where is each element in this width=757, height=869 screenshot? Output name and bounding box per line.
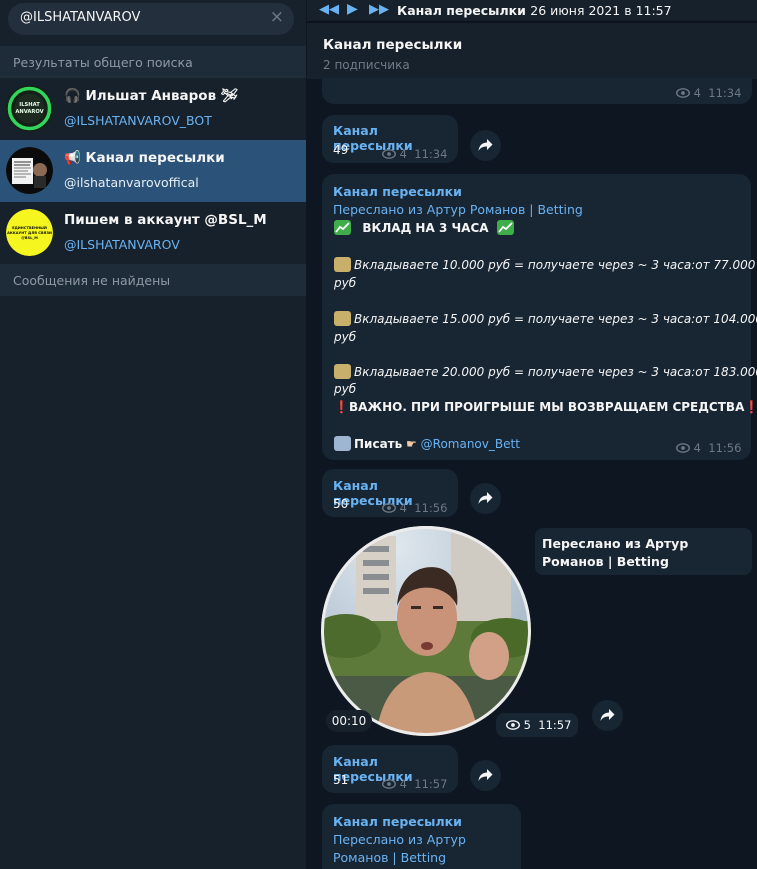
share-icon — [478, 139, 493, 151]
subscriber-count: 2 подписчика — [323, 58, 410, 72]
eye-icon — [382, 503, 396, 513]
envelope-icon — [334, 436, 351, 451]
eye-icon — [382, 149, 396, 159]
message-contact: Писать ☛ @Romanov_Bett — [334, 436, 520, 451]
message-author[interactable]: Канал пересылки — [333, 184, 462, 199]
avatar: ILSHAT ANVAROV — [6, 85, 53, 132]
chat-title: 📢 Канал пересылки — [64, 150, 225, 166]
message-bubble: Канал пересылки Переслано из Артур Роман… — [322, 804, 521, 869]
forwarded-from[interactable]: Переслано из Артур Романов | Betting — [333, 831, 493, 867]
message-line: руб — [334, 382, 357, 396]
video-message[interactable] — [321, 526, 531, 736]
close-icon[interactable]: × — [270, 7, 284, 27]
player-date: 26 июня 2021 в 11:57 — [530, 3, 672, 18]
chat-username: @ILSHATANVAROV_BOT — [64, 113, 212, 128]
section-header-messages: Сообщения не найдены — [0, 264, 306, 296]
message-meta: 4 11:34 — [382, 147, 447, 161]
message-line: руб — [334, 330, 357, 344]
media-player-bar: ◀◀ ▶ ▶▶ Канал пересылки 26 июня 2021 в 1… — [307, 0, 757, 22]
avatar: ЕДИНСТВЕННЫЙ АККАУНТ ДЛЯ СВЯЗИ @BSL_M — [6, 209, 53, 256]
exclamation-icon: ❗ — [744, 400, 757, 414]
share-icon — [600, 709, 615, 721]
money-icon — [334, 364, 351, 379]
chat-username: @ilshatanvarovoffical — [64, 175, 199, 190]
player-title[interactable]: Канал пересылки 26 июня 2021 в 11:57 — [397, 3, 672, 18]
chat-title: Пишем в аккаунт @BSL_M — [64, 212, 267, 228]
search-input[interactable]: @ILSHATANVAROV × — [8, 3, 294, 35]
message-line: Вкладываете 20.000 руб = получаете через… — [334, 364, 757, 379]
chat-title: 🎧 Ильшат Анваров 🛩 — [64, 88, 238, 104]
message-warning: ❗ВАЖНО. ПРИ ПРОИГРЫШЕ МЫ ВОЗВРАЩАЕМ СРЕД… — [334, 400, 757, 414]
svg-text:@BSL_M: @BSL_M — [21, 236, 38, 240]
search-input-value: @ILSHATANVAROV — [20, 10, 141, 25]
message-bubble: Канал пересылки Переслано из Артур Роман… — [322, 174, 757, 460]
eye-icon — [382, 779, 396, 789]
message-line: Вкладываете 10.000 руб = получаете через… — [334, 257, 755, 272]
search-result-channel[interactable]: 📢 Канал пересылки @ilshatanvarovoffical — [0, 140, 306, 202]
message-author[interactable]: Канал пересылки — [333, 814, 462, 829]
message-line: Вкладываете 15.000 руб = получаете через… — [334, 311, 757, 326]
share-button[interactable] — [592, 700, 623, 731]
message-meta: 4 11:34 — [676, 86, 741, 100]
share-button[interactable] — [470, 760, 501, 791]
search-result-account[interactable]: ЕДИНСТВЕННЫЙ АККАУНТ ДЛЯ СВЯЗИ @BSL_M Пи… — [0, 202, 306, 264]
message-meta-badge: 5 11:57 — [496, 713, 578, 737]
message-bubble: Канал пересылки 49 4 11:34 — [322, 115, 458, 163]
message-bubble: Канал пересылки 50 4 11:56 — [322, 469, 458, 517]
chat-list-panel: @ILSHATANVAROV × Результаты общего поиск… — [0, 0, 306, 869]
chart-icon — [496, 220, 514, 235]
section-header-label: Результаты общего поиска — [13, 55, 193, 70]
share-icon — [478, 492, 493, 504]
contact-link[interactable]: @Romanov_Bett — [421, 437, 520, 451]
eye-icon — [506, 720, 520, 730]
svg-text:АККАУНТ ДЛЯ СВЯЗИ: АККАУНТ ДЛЯ СВЯЗИ — [7, 231, 52, 235]
message-bubble: Канал пересылки 51 4 11:57 — [322, 745, 458, 793]
message-meta: 4 11:56 — [676, 441, 741, 455]
avatar-text: ILSHAT — [19, 102, 40, 108]
chart-icon — [334, 220, 351, 235]
next-track-icon[interactable]: ▶▶ — [369, 2, 389, 17]
svg-text:ANVAROV: ANVAROV — [15, 109, 43, 115]
message-line: руб — [334, 276, 357, 290]
channel-title: Канал пересылки — [323, 37, 463, 53]
forwarded-from: Переслано из Артур Романов | Betting — [542, 536, 689, 569]
message-headline: ВКЛАД НА 3 ЧАСА — [334, 220, 517, 235]
search-result-bot[interactable]: ILSHAT ANVAROV 🎧 Ильшат Анваров 🛩 @ILSHA… — [0, 78, 306, 140]
message-text: 51 — [333, 773, 349, 787]
exclamation-icon: ❗ — [334, 400, 349, 414]
money-icon — [334, 311, 351, 326]
section-header-global-search: Результаты общего поиска — [0, 46, 306, 78]
chat-username: @ILSHATANVAROV — [64, 237, 180, 252]
forwarded-from[interactable]: Переслано из Артур Романов | Betting — [333, 202, 583, 217]
eye-icon — [676, 443, 690, 453]
message-meta: 4 11:56 — [382, 501, 447, 515]
pointing-hand-icon: ☛ — [406, 437, 417, 451]
share-icon — [478, 769, 493, 781]
share-button[interactable] — [470, 483, 501, 514]
share-button[interactable] — [470, 130, 501, 161]
video-duration: 00:10 — [326, 710, 372, 732]
message-text: 49 — [333, 143, 349, 157]
avatar-text: ЕДИНСТВЕННЫЙ — [12, 225, 47, 230]
message-bubble: 4 11:34 — [322, 78, 752, 104]
message-text: 50 — [333, 497, 349, 511]
player-channel-name: Канал пересылки — [397, 3, 526, 18]
chat-header[interactable]: Канал пересылки 2 подписчика — [307, 23, 757, 79]
chat-view: ◀◀ ▶ ▶▶ Канал пересылки 26 июня 2021 в 1… — [307, 0, 757, 869]
money-icon — [334, 257, 351, 272]
play-icon[interactable]: ▶ — [347, 1, 358, 17]
section-header-label: Сообщения не найдены — [13, 273, 171, 288]
forwarded-from-badge[interactable]: Переслано из Артур Романов | Betting — [535, 528, 752, 575]
eye-icon — [676, 88, 690, 98]
message-meta: 5 11:57 — [506, 718, 571, 732]
previous-track-icon[interactable]: ◀◀ — [319, 2, 339, 17]
video-border — [321, 526, 531, 736]
message-meta: 4 11:57 — [382, 777, 447, 791]
avatar — [6, 147, 53, 194]
